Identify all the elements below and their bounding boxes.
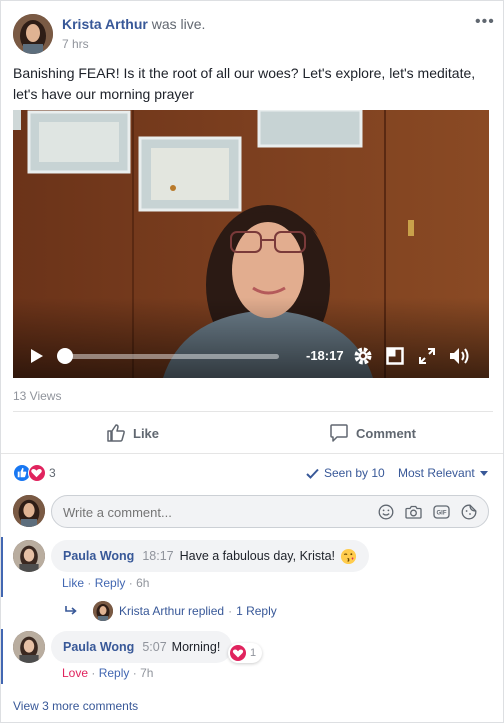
sticker-icon[interactable] bbox=[461, 504, 477, 523]
reply-author: Krista Arthur bbox=[119, 604, 186, 618]
comment-reply-link[interactable]: Reply bbox=[99, 666, 130, 680]
comment-button[interactable]: Comment bbox=[329, 423, 416, 443]
checkmark-icon bbox=[306, 468, 319, 479]
reply-author-avatar bbox=[93, 601, 113, 621]
like-button[interactable]: Like bbox=[106, 423, 159, 443]
like-button-label: Like bbox=[133, 425, 160, 441]
comment-reply-link[interactable]: Reply bbox=[95, 576, 126, 590]
video-frame bbox=[13, 110, 489, 378]
divider bbox=[1, 453, 503, 454]
volume-icon[interactable] bbox=[449, 346, 471, 366]
comment-meta: Like · Reply · 6h bbox=[62, 576, 150, 590]
caret-down-icon bbox=[479, 470, 488, 476]
post-card: Krista Arthur was live. 7 hrs ••• Banish… bbox=[0, 0, 504, 723]
comment-age[interactable]: 7h bbox=[140, 666, 153, 680]
fullscreen-icon[interactable] bbox=[419, 348, 435, 364]
reaction-count[interactable]: 3 bbox=[49, 466, 56, 480]
reply-summary-link[interactable]: Krista Arthur replied · 1 Reply bbox=[65, 601, 277, 621]
post-action-text: was live. bbox=[151, 16, 206, 32]
comment-highlight-bar bbox=[1, 537, 3, 597]
comment-timestamp-link[interactable]: 5:07 bbox=[142, 640, 166, 654]
comment-age[interactable]: 6h bbox=[136, 576, 149, 590]
svg-text:GIF: GIF bbox=[437, 511, 447, 517]
settings-gear-icon[interactable] bbox=[353, 346, 373, 366]
author-name-link[interactable]: Krista Arthur bbox=[62, 16, 148, 32]
play-icon[interactable] bbox=[29, 348, 45, 364]
post-text: Banishing FEAR! Is it the root of all ou… bbox=[13, 65, 476, 102]
seen-by-link[interactable]: Seen by 10 bbox=[306, 466, 385, 480]
video-time-remaining: -18:17 bbox=[306, 348, 344, 363]
view-count[interactable]: 13 Views bbox=[13, 389, 61, 403]
post-header-line: Krista Arthur was live. bbox=[62, 16, 205, 32]
reply-arrow-icon bbox=[65, 606, 77, 615]
comment-bubble-icon bbox=[330, 424, 348, 442]
emoji-icon[interactable] bbox=[378, 504, 394, 523]
comment-reaction-count: 1 bbox=[250, 647, 257, 659]
comment-bubble: Paula Wong 18:17 Have a fabulous day, Kr… bbox=[51, 540, 370, 572]
more-options-icon[interactable]: ••• bbox=[475, 13, 495, 31]
comment-author-link[interactable]: Paula Wong bbox=[63, 549, 134, 563]
comment-author-link[interactable]: Paula Wong bbox=[63, 640, 134, 654]
comment-composer[interactable]: GIF bbox=[51, 495, 489, 528]
reply-action: replied bbox=[188, 604, 225, 618]
comment-like-link[interactable]: Like bbox=[62, 576, 84, 590]
video-scrubber-handle[interactable] bbox=[57, 348, 73, 364]
video-progress-track[interactable] bbox=[63, 354, 279, 359]
comment-bubble: Paula Wong 5:07 Morning! bbox=[51, 631, 233, 663]
love-reaction-icon[interactable] bbox=[28, 464, 46, 482]
comment-reaction-badge[interactable]: 1 bbox=[228, 643, 263, 663]
author-avatar[interactable] bbox=[13, 14, 53, 54]
comment-timestamp-link[interactable]: 18:17 bbox=[142, 549, 173, 563]
view-more-comments-link[interactable]: View 3 more comments bbox=[13, 699, 138, 713]
commenter-avatar[interactable] bbox=[13, 540, 45, 572]
commenter-avatar[interactable] bbox=[13, 631, 45, 663]
gif-icon[interactable]: GIF bbox=[433, 504, 450, 523]
reply-count: 1 Reply bbox=[236, 604, 277, 618]
camera-icon[interactable] bbox=[405, 504, 422, 523]
thumbs-up-icon bbox=[107, 424, 125, 442]
divider bbox=[13, 411, 493, 412]
seen-by-label: Seen by 10 bbox=[324, 466, 385, 480]
comment-input[interactable] bbox=[63, 503, 363, 521]
sort-dropdown[interactable]: Most Relevant bbox=[398, 466, 488, 480]
miniplayer-icon[interactable] bbox=[386, 347, 404, 365]
comment-text: Morning! bbox=[171, 640, 221, 654]
comment-text: Have a fabulous day, Krista! bbox=[179, 549, 336, 563]
comment-button-label: Comment bbox=[356, 425, 416, 441]
comment-meta: Love · Reply · 7h bbox=[62, 666, 154, 680]
comment-love-link[interactable]: Love bbox=[62, 666, 88, 680]
post-timestamp[interactable]: 7 hrs bbox=[62, 37, 89, 51]
sort-dropdown-label: Most Relevant bbox=[398, 466, 475, 480]
video-player[interactable]: -18:17 bbox=[13, 110, 489, 378]
kiss-emoji-icon bbox=[340, 548, 357, 564]
comment-highlight-bar bbox=[1, 629, 3, 684]
love-reaction-icon bbox=[230, 645, 246, 661]
current-user-avatar[interactable] bbox=[13, 495, 45, 527]
